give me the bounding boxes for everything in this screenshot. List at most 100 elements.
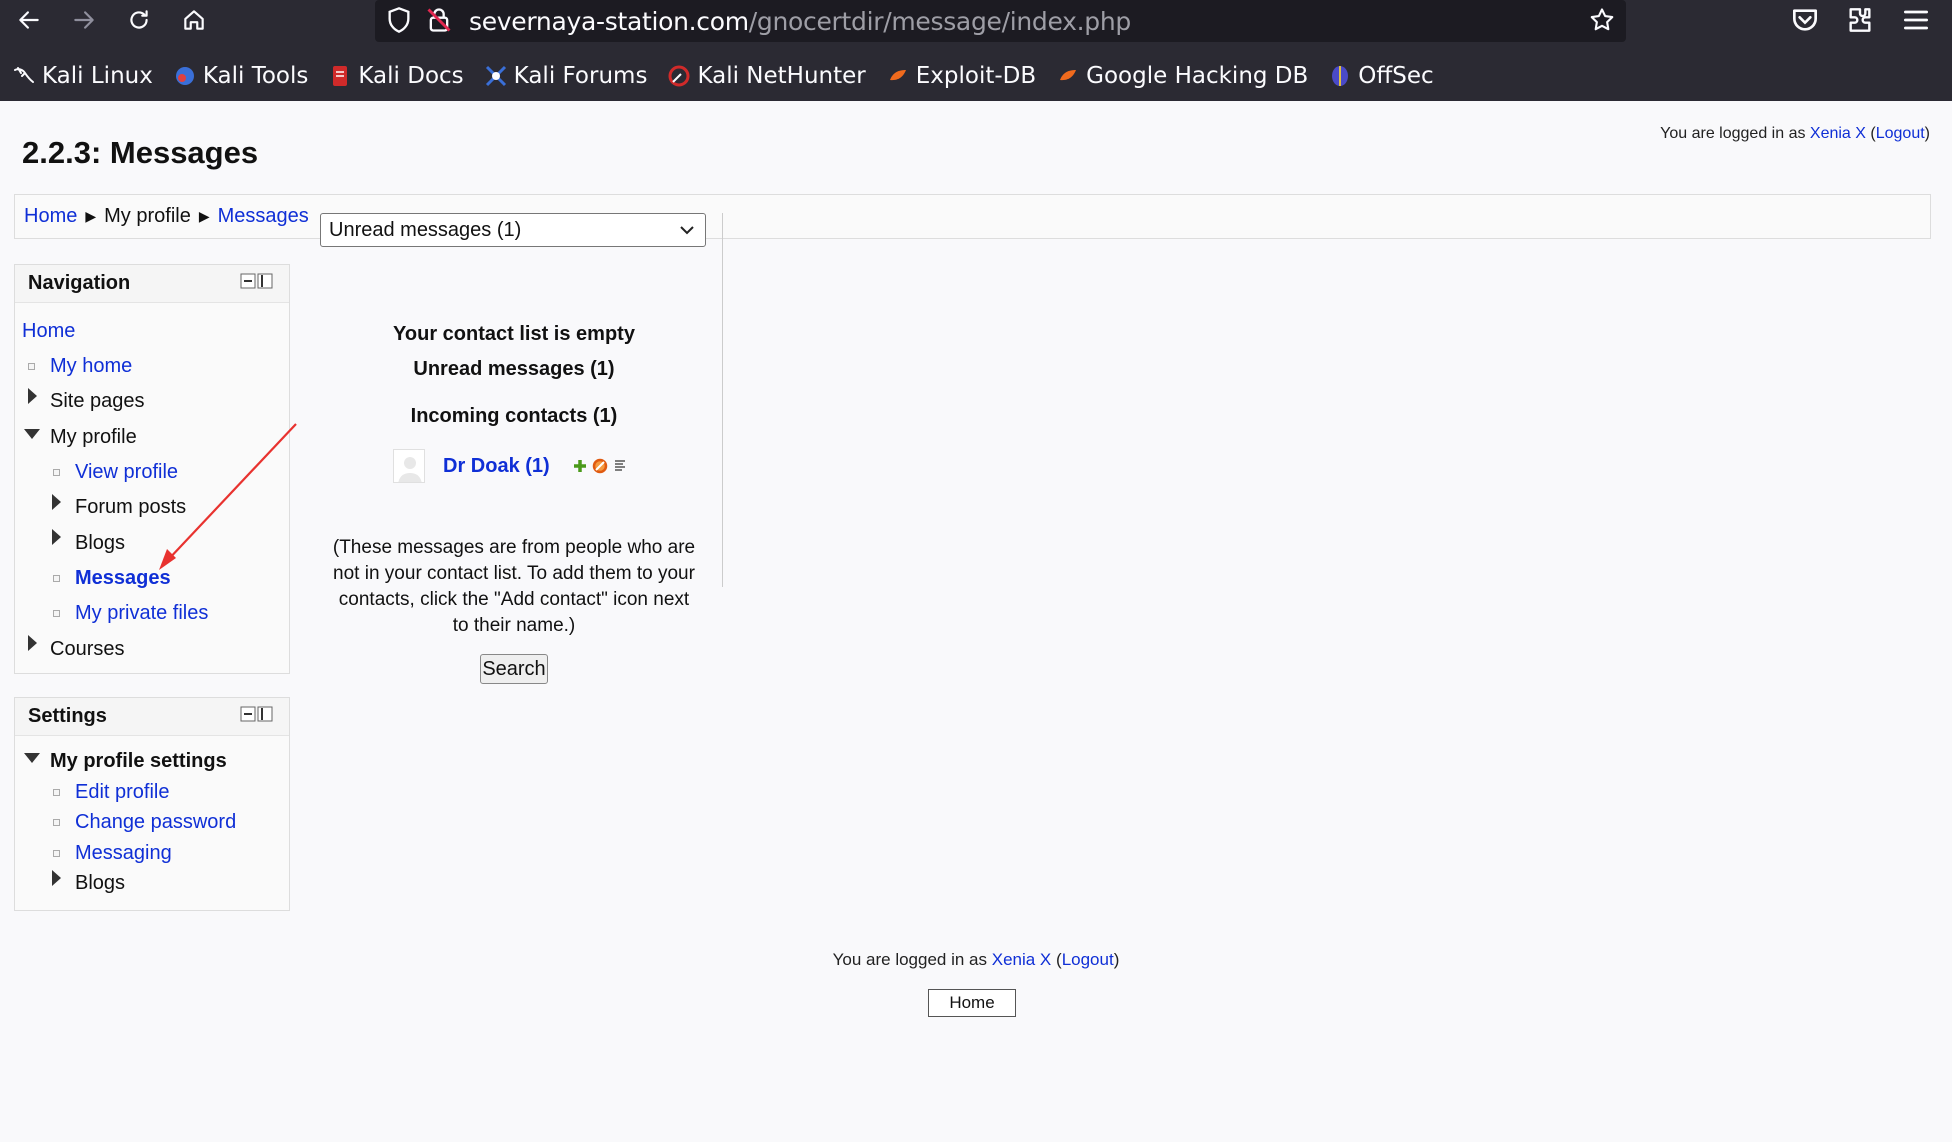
reload-icon	[130, 10, 148, 29]
back-button[interactable]	[9, 0, 49, 40]
settings-messaging[interactable]: Messaging	[75, 842, 172, 865]
navigation-header: Navigation	[15, 265, 289, 303]
bookmark-label: OffSec	[1358, 63, 1434, 89]
settings-title: Settings	[28, 705, 107, 727]
bookmark-label: Google Hacking DB	[1086, 63, 1309, 89]
login-prefix: You are logged in as	[832, 950, 992, 969]
exploit-db-icon	[889, 70, 906, 81]
avatar[interactable]	[393, 449, 425, 483]
nav-messages[interactable]: Messages	[75, 567, 171, 590]
bookmark-exploit-db[interactable]: Exploit-DB	[886, 63, 1036, 89]
house-icon	[184, 10, 204, 30]
bookmark-label: Kali NetHunter	[697, 63, 866, 89]
back-arrow-icon	[19, 11, 39, 29]
bookmark-label: Kali Tools	[202, 63, 309, 89]
message-view-selected: Unread messages (1)	[329, 218, 522, 241]
contacts-info-text: (These messages are from people who are …	[332, 537, 696, 636]
offsec-icon	[1332, 66, 1349, 86]
kali-forums-icon	[485, 65, 506, 87]
logout-link[interactable]: Logout	[1876, 125, 1925, 142]
bookmark-kali-tools[interactable]: Kali Tools	[173, 63, 309, 89]
nav-blogs[interactable]: Blogs	[75, 532, 125, 555]
nav-my-home[interactable]: My home	[50, 355, 132, 378]
shield-icon[interactable]	[385, 6, 413, 34]
expand-arrow-icon[interactable]	[28, 635, 37, 651]
bookmark-label: Kali Forums	[513, 63, 648, 89]
bookmark-offsec[interactable]: OffSec	[1328, 63, 1434, 89]
menu-icon[interactable]	[1900, 4, 1932, 36]
collapse-arrow-icon[interactable]	[24, 429, 40, 439]
url-text[interactable]: severnaya-station.com/gnocertdir/message…	[469, 7, 1131, 36]
reload-button[interactable]	[119, 0, 159, 40]
forward-button[interactable]	[64, 0, 104, 40]
insecure-lock-icon[interactable]	[425, 6, 453, 34]
navigation-block: Navigation Home My home Site pages My pr…	[14, 264, 290, 674]
expand-arrow-icon[interactable]	[28, 388, 37, 404]
kali-tools-icon	[175, 67, 194, 85]
breadcrumb-messages[interactable]: Messages	[218, 205, 309, 228]
add-contact-icon[interactable]	[572, 458, 588, 474]
nav-private-files[interactable]: My private files	[75, 602, 208, 625]
bullet-icon	[53, 469, 60, 476]
nav-courses[interactable]: Courses	[50, 638, 124, 661]
breadcrumb-home[interactable]: Home	[24, 205, 77, 228]
nav-site-pages[interactable]: Site pages	[50, 390, 145, 413]
extensions-icon[interactable]	[1844, 4, 1876, 36]
bookmark-kali-docs[interactable]: Kali Docs	[328, 63, 464, 89]
kali-nethunter-icon	[668, 65, 690, 87]
bookmark-kali-nethunter[interactable]: Kali NetHunter	[667, 63, 866, 89]
forward-arrow-icon	[74, 11, 94, 29]
settings-change-password[interactable]: Change password	[75, 811, 236, 834]
bookmark-kali-linux[interactable]: Kali Linux	[12, 63, 153, 89]
expand-arrow-icon[interactable]	[52, 870, 61, 886]
home-browser-button[interactable]	[174, 0, 214, 40]
expand-arrow-icon[interactable]	[52, 529, 61, 545]
contact-name-link[interactable]: Dr Doak (1)	[443, 455, 550, 478]
login-prefix: You are logged in as	[1660, 125, 1810, 142]
block-controls-icon[interactable]	[240, 273, 274, 291]
browser-chrome: severnaya-station.com/gnocertdir/message…	[0, 0, 1952, 101]
user-silhouette-icon	[398, 457, 422, 482]
settings-profile[interactable]: My profile settings	[50, 750, 227, 773]
nav-my-profile[interactable]: My profile	[50, 426, 137, 449]
login-info-top: You are logged in as Xenia X (Logout)	[1660, 125, 1930, 143]
pocket-icon[interactable]	[1789, 4, 1821, 36]
block-controls-icon[interactable]	[240, 706, 274, 724]
url-path: /gnocertdir/message/index.php	[748, 7, 1131, 36]
footer-home-button[interactable]: Home	[928, 989, 1016, 1017]
page-content: 2.2.3: Messages You are logged in as Xen…	[0, 101, 1952, 1142]
bullet-icon	[28, 363, 35, 370]
user-link[interactable]: Xenia X	[1810, 125, 1866, 142]
message-view-select[interactable]: Unread messages (1)	[320, 213, 706, 247]
incoming-heading: Incoming contacts (1)	[410, 405, 618, 427]
nav-view-profile[interactable]: View profile	[75, 461, 178, 484]
kali-dragon-icon	[14, 67, 34, 83]
bullet-icon	[53, 819, 60, 826]
bullet-icon	[53, 610, 60, 617]
settings-edit-profile[interactable]: Edit profile	[75, 781, 170, 804]
bookmark-kali-forums[interactable]: Kali Forums	[484, 63, 648, 89]
block-contact-icon[interactable]	[592, 458, 608, 474]
paren-close: )	[1924, 125, 1930, 142]
address-bar[interactable]: severnaya-station.com/gnocertdir/message…	[375, 0, 1626, 42]
search-button[interactable]: Search	[480, 654, 548, 684]
contact-row: Dr Doak (1)	[393, 449, 628, 483]
collapse-arrow-icon[interactable]	[24, 753, 40, 763]
bookmark-label: Kali Docs	[358, 63, 464, 89]
url-host: severnaya-station.com	[469, 7, 749, 36]
settings-block: Settings My profile settings Edit profil…	[14, 697, 290, 911]
breadcrumb-separator-icon: ▶	[198, 208, 210, 224]
settings-blogs[interactable]: Blogs	[75, 872, 125, 895]
message-history-icon[interactable]	[612, 458, 628, 474]
breadcrumb-profile: My profile	[104, 205, 191, 227]
column-divider	[722, 213, 723, 587]
breadcrumb: Home ▶ My profile ▶ Messages	[14, 194, 1931, 239]
nav-home[interactable]: Home	[22, 320, 75, 343]
bookmark-star-icon[interactable]	[1588, 6, 1616, 34]
logout-link[interactable]: Logout	[1062, 950, 1114, 969]
nav-forum-posts[interactable]: Forum posts	[75, 496, 186, 519]
expand-arrow-icon[interactable]	[52, 494, 61, 510]
paren-close: )	[1113, 950, 1120, 969]
bookmark-ghdb[interactable]: Google Hacking DB	[1056, 63, 1308, 89]
user-link[interactable]: Xenia X	[992, 950, 1052, 969]
